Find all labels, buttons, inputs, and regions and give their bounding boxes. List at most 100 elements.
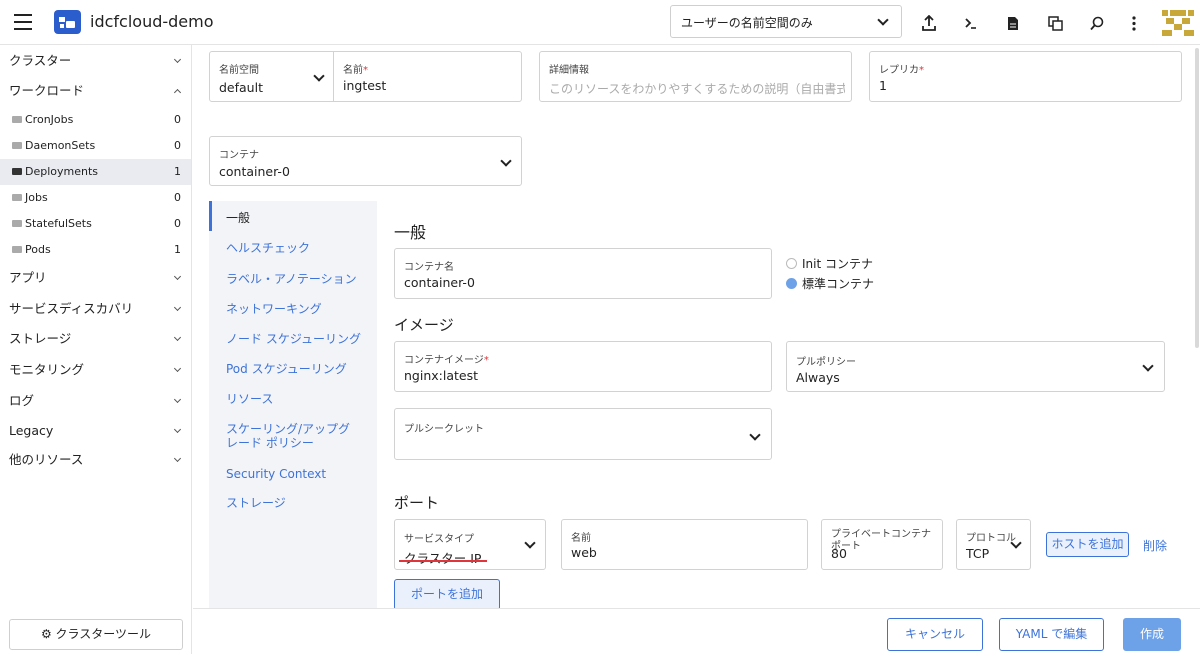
init-container-radio[interactable]: Init コンテナ [786, 255, 873, 272]
container-name-value: container-0 [404, 275, 475, 290]
chevron-down-icon [173, 55, 182, 64]
port-name-field[interactable]: 名前 web [561, 519, 808, 570]
terminal-icon[interactable] [960, 12, 982, 34]
tab-health-check[interactable]: ヘルスチェック [226, 241, 371, 255]
sidebar-group-label: ストレージ [9, 331, 72, 346]
tab-networking[interactable]: ネットワーキング [226, 302, 371, 316]
upload-icon[interactable] [918, 12, 940, 34]
sidebar-group-service-discovery[interactable]: サービスディスカバリ [0, 295, 191, 323]
chevron-down-icon [173, 364, 182, 373]
tab-general[interactable]: 一般 [226, 211, 371, 225]
file-icon[interactable] [1002, 12, 1024, 34]
protocol-value: TCP [966, 546, 990, 561]
sidebar-item-pods[interactable]: Pods 1 [0, 237, 191, 263]
search-icon[interactable] [1086, 12, 1108, 34]
protocol-select[interactable]: プロトコル TCP [956, 519, 1031, 570]
service-type-label: サービスタイプ [404, 534, 474, 545]
required-marker: * [363, 65, 368, 76]
sidebar-item-count: 0 [174, 191, 181, 204]
service-type-value: クラスター IP [404, 551, 482, 566]
sidebar-group-legacy[interactable]: Legacy [0, 417, 191, 445]
container-config-panel: 一般 ヘルスチェック ラベル・アノテーション ネットワーキング ノード スケジュ… [209, 201, 1183, 608]
scrollbar-thumb[interactable] [1195, 48, 1199, 348]
sidebar-group-label: サービスディスカバリ [9, 301, 134, 316]
standard-container-radio[interactable]: 標準コンテナ [786, 275, 874, 292]
delete-port-link[interactable]: 削除 [1143, 537, 1167, 554]
chevron-down-icon [173, 303, 182, 312]
sidebar-group-logging[interactable]: ログ [0, 387, 191, 415]
sidebar-group-label: モニタリング [9, 362, 85, 377]
namespace-select[interactable]: 名前空間 default [210, 52, 334, 101]
service-type-select[interactable]: サービスタイプ クラスター IP [394, 519, 546, 570]
container-value: container-0 [219, 164, 290, 179]
sidebar-item-count: 1 [174, 165, 181, 178]
tab-pod-scheduling[interactable]: Pod スケジューリング [226, 362, 371, 376]
container-image-field[interactable]: コンテナイメージ* nginx:latest [394, 341, 772, 392]
port-name-value: web [571, 545, 597, 560]
namespace-filter-select[interactable]: ユーザーの名前空間のみ [670, 5, 902, 38]
required-marker: * [919, 65, 924, 76]
add-host-button[interactable]: ホストを追加 [1046, 532, 1129, 557]
sidebar-item-deployments[interactable]: Deployments 1 [0, 159, 191, 185]
edit-yaml-button[interactable]: YAML で編集 [999, 618, 1104, 651]
sidebar-group-label: Legacy [9, 423, 54, 438]
sidebar-item-daemonsets[interactable]: DaemonSets 0 [0, 133, 191, 159]
radio-unchecked [786, 258, 797, 269]
container-name-field[interactable]: コンテナ名 container-0 [394, 248, 772, 299]
container-select[interactable]: コンテナ container-0 [209, 136, 522, 186]
tab-labels-annotations[interactable]: ラベル・アノテーション [226, 272, 371, 286]
radio-checked [786, 278, 797, 289]
tab-scaling-upgrade-policy[interactable]: スケーリング/アップグレード ポリシー [226, 422, 356, 450]
sidebar-group-workload[interactable]: ワークロード [0, 77, 191, 105]
sidebar-item-jobs[interactable]: Jobs 0 [0, 185, 191, 211]
tab-storage[interactable]: ストレージ [226, 496, 371, 510]
top-header: idcfcloud-demo ユーザーの名前空間のみ [0, 0, 1200, 45]
chevron-down-icon [500, 155, 512, 167]
app-title: idcfcloud-demo [90, 12, 214, 31]
sidebar-item-label: DaemonSets [25, 139, 96, 152]
sidebar-group-storage[interactable]: ストレージ [0, 325, 191, 353]
sidebar-item-statefulsets[interactable]: StatefulSets 0 [0, 211, 191, 237]
name-field[interactable]: 名前* ingtest [334, 52, 521, 101]
hamburger-menu-icon[interactable] [14, 14, 32, 30]
sidebar-group-apps[interactable]: アプリ [0, 264, 191, 292]
ports-section-title: ポート [394, 494, 440, 512]
folder-icon [12, 246, 22, 253]
replicas-field[interactable]: レプリカ* 1 [869, 51, 1182, 102]
sidebar-group-monitoring[interactable]: モニタリング [0, 356, 191, 384]
config-tabs: 一般 ヘルスチェック ラベル・アノテーション ネットワーキング ノード スケジュ… [209, 201, 377, 608]
description-field[interactable]: 詳細情報 このリソースをわかりやすくするための説明（自由書式） [539, 51, 852, 102]
copy-icon[interactable] [1044, 12, 1066, 34]
tab-security-context[interactable]: Security Context [226, 467, 371, 481]
namespace-label: 名前空間 [219, 65, 259, 76]
protocol-label: プロトコル [966, 533, 1016, 544]
container-name-label: コンテナ名 [404, 262, 454, 273]
create-button[interactable]: 作成 [1123, 618, 1181, 651]
init-container-label: Init コンテナ [802, 257, 873, 271]
sidebar-item-count: 0 [174, 113, 181, 126]
name-label: 名前 [343, 65, 363, 76]
sidebar-item-count: 0 [174, 217, 181, 230]
cancel-button[interactable]: キャンセル [887, 618, 983, 651]
cluster-logo-icon [54, 10, 81, 34]
name-value: ingtest [343, 78, 387, 93]
sidebar-group-more-resources[interactable]: 他のリソース [0, 446, 191, 474]
sidebar-group-label: ワークロード [9, 83, 85, 98]
tab-node-scheduling[interactable]: ノード スケジューリング [226, 332, 371, 346]
footer-actions: キャンセル YAML で編集 作成 [193, 608, 1200, 654]
sidebar-item-cronjobs[interactable]: CronJobs 0 [0, 107, 191, 133]
required-marker: * [483, 355, 489, 366]
active-tab-indicator [209, 201, 212, 231]
add-port-button[interactable]: ポートを追加 [394, 579, 500, 608]
chevron-down-icon [313, 70, 325, 82]
private-container-port-field[interactable]: プライベートコンテナポート 80 [821, 519, 943, 570]
pull-policy-select[interactable]: プルポリシー Always [786, 341, 1165, 392]
more-vertical-icon[interactable] [1123, 12, 1145, 34]
user-avatar[interactable] [1162, 6, 1194, 38]
cluster-tools-button[interactable]: ⚙ クラスターツール [9, 619, 183, 650]
tab-resources[interactable]: リソース [226, 392, 371, 406]
pull-secret-select[interactable]: プルシークレット [394, 408, 772, 460]
sidebar-item-count: 0 [174, 139, 181, 152]
sidebar-group-label: アプリ [9, 270, 47, 285]
sidebar-group-cluster[interactable]: クラスター [0, 47, 191, 75]
